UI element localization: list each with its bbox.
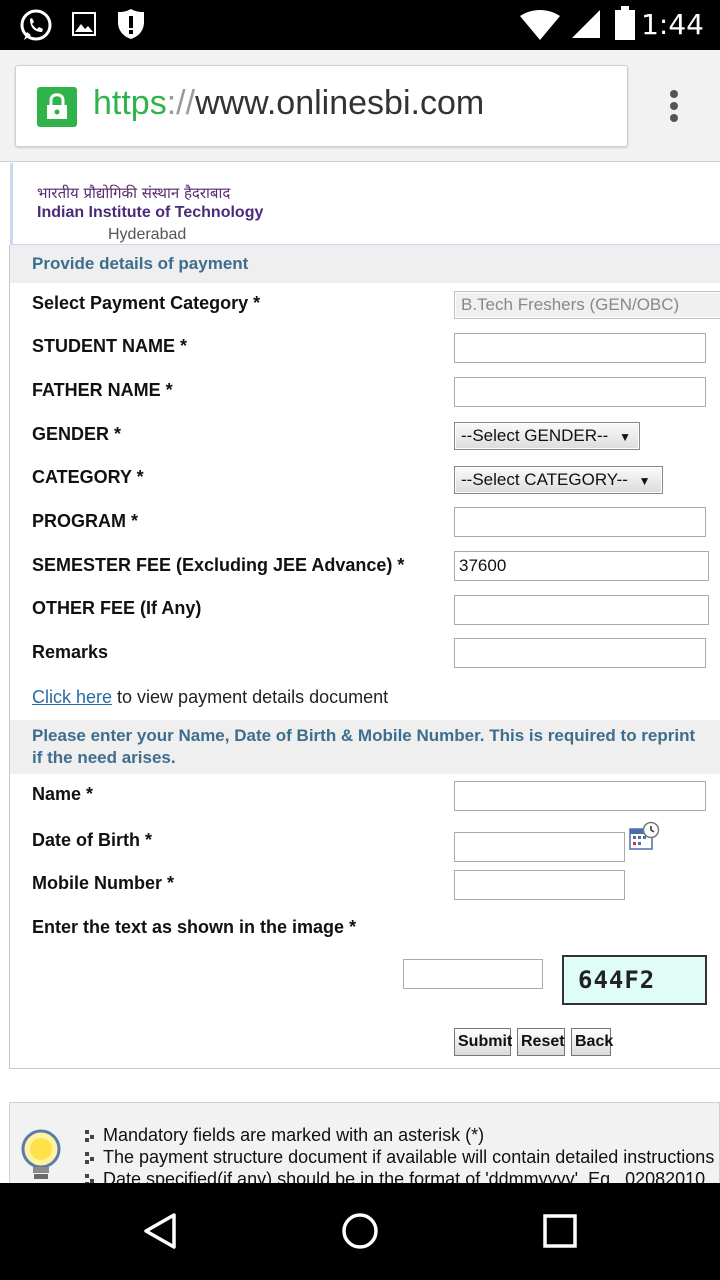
payment-category-select: B.Tech Freshers (GEN/OBC) [454, 291, 720, 319]
lock-icon[interactable] [37, 87, 77, 127]
recent-apps-icon[interactable] [542, 1213, 578, 1249]
status-bar: 1:44 [0, 0, 720, 50]
web-page: भारतीय प्रौद्योगिकी संस्थान हैदराबाद Ind… [0, 163, 720, 1183]
payment-category-label: Select Payment Category * [32, 293, 261, 313]
other-fee-input[interactable] [454, 595, 709, 625]
address-bar[interactable]: https://www.onlinesbi.com [15, 65, 628, 147]
semester-fee-input[interactable]: 37600 [454, 551, 709, 581]
captcha-label: Enter the text as shown in the image * [32, 917, 357, 937]
gender-label: GENDER * [32, 424, 122, 444]
battery-icon [615, 6, 635, 40]
click-here-link[interactable]: Click here [32, 687, 112, 707]
captcha-image: 644F2 [562, 955, 707, 1005]
institute-city: Hyderabad [108, 226, 187, 243]
dropdown-arrow-icon: ▼ [619, 430, 631, 444]
navigation-bar [0, 1183, 720, 1280]
gallery-icon [72, 12, 96, 36]
student-name-input[interactable] [454, 333, 706, 363]
lightbulb-icon [21, 1129, 61, 1179]
whatsapp-icon [20, 9, 52, 41]
program-input[interactable] [454, 507, 706, 537]
overflow-menu-icon[interactable] [662, 86, 686, 128]
captcha-input[interactable] [403, 959, 543, 989]
category-select[interactable]: --Select CATEGORY-- ▼ [454, 466, 663, 494]
submit-button[interactable]: Submit [454, 1028, 512, 1056]
dropdown-arrow-icon: ▼ [638, 474, 651, 488]
calendar-icon[interactable] [628, 821, 660, 853]
gender-select[interactable]: --Select GENDER-- ▼ [454, 422, 640, 450]
home-icon[interactable] [340, 1211, 380, 1251]
wifi-icon [520, 10, 560, 40]
back-button[interactable]: Back [571, 1028, 613, 1056]
remarks-input[interactable] [454, 638, 706, 668]
payment-document-line: Click here to view payment details docum… [32, 687, 389, 707]
url-text[interactable]: https://www.onlinesbi.com [93, 84, 484, 123]
clock: 1:44 [641, 8, 704, 41]
institute-name-hindi: भारतीय प्रौद्योगिकी संस्थान हैदराबाद [37, 184, 231, 202]
student-name-label: STUDENT NAME * [32, 336, 188, 356]
other-fee-label: OTHER FEE (If Any) [32, 598, 202, 618]
note-bullet [85, 1152, 95, 1164]
name-label: Name * [32, 784, 94, 804]
note-item: Date specified(if any) should be in the … [103, 1169, 706, 1183]
payment-section-title: Provide details of payment [10, 245, 720, 283]
program-label: PROGRAM * [32, 511, 139, 531]
identity-section-title: Please enter your Name, Date of Birth & … [10, 720, 720, 774]
signal-icon [572, 10, 600, 38]
note-item: Mandatory fields are marked with an aste… [103, 1125, 485, 1145]
father-name-input[interactable] [454, 377, 706, 407]
mobile-input[interactable] [454, 870, 625, 900]
semester-fee-label: SEMESTER FEE (Excluding JEE Advance) * [32, 555, 405, 575]
institute-header: भारतीय प्रौद्योगिकी संस्थान हैदराबाद Ind… [10, 163, 720, 245]
note-bullet [85, 1130, 95, 1142]
dob-input[interactable] [454, 832, 625, 862]
note-bullet [85, 1174, 95, 1183]
dob-label: Date of Birth * [32, 830, 153, 850]
shield-icon [118, 9, 144, 39]
reset-button[interactable]: Reset [517, 1028, 565, 1056]
browser-toolbar: https://www.onlinesbi.com [0, 50, 720, 162]
name-input[interactable] [454, 781, 706, 811]
remarks-label: Remarks [32, 642, 109, 662]
category-label: CATEGORY * [32, 467, 144, 487]
note-item: The payment structure document if availa… [103, 1147, 715, 1167]
father-name-label: FATHER NAME * [32, 380, 173, 400]
institute-name: Indian Institute of Technology [37, 204, 264, 221]
back-icon[interactable] [140, 1211, 180, 1251]
mobile-label: Mobile Number * [32, 873, 175, 893]
